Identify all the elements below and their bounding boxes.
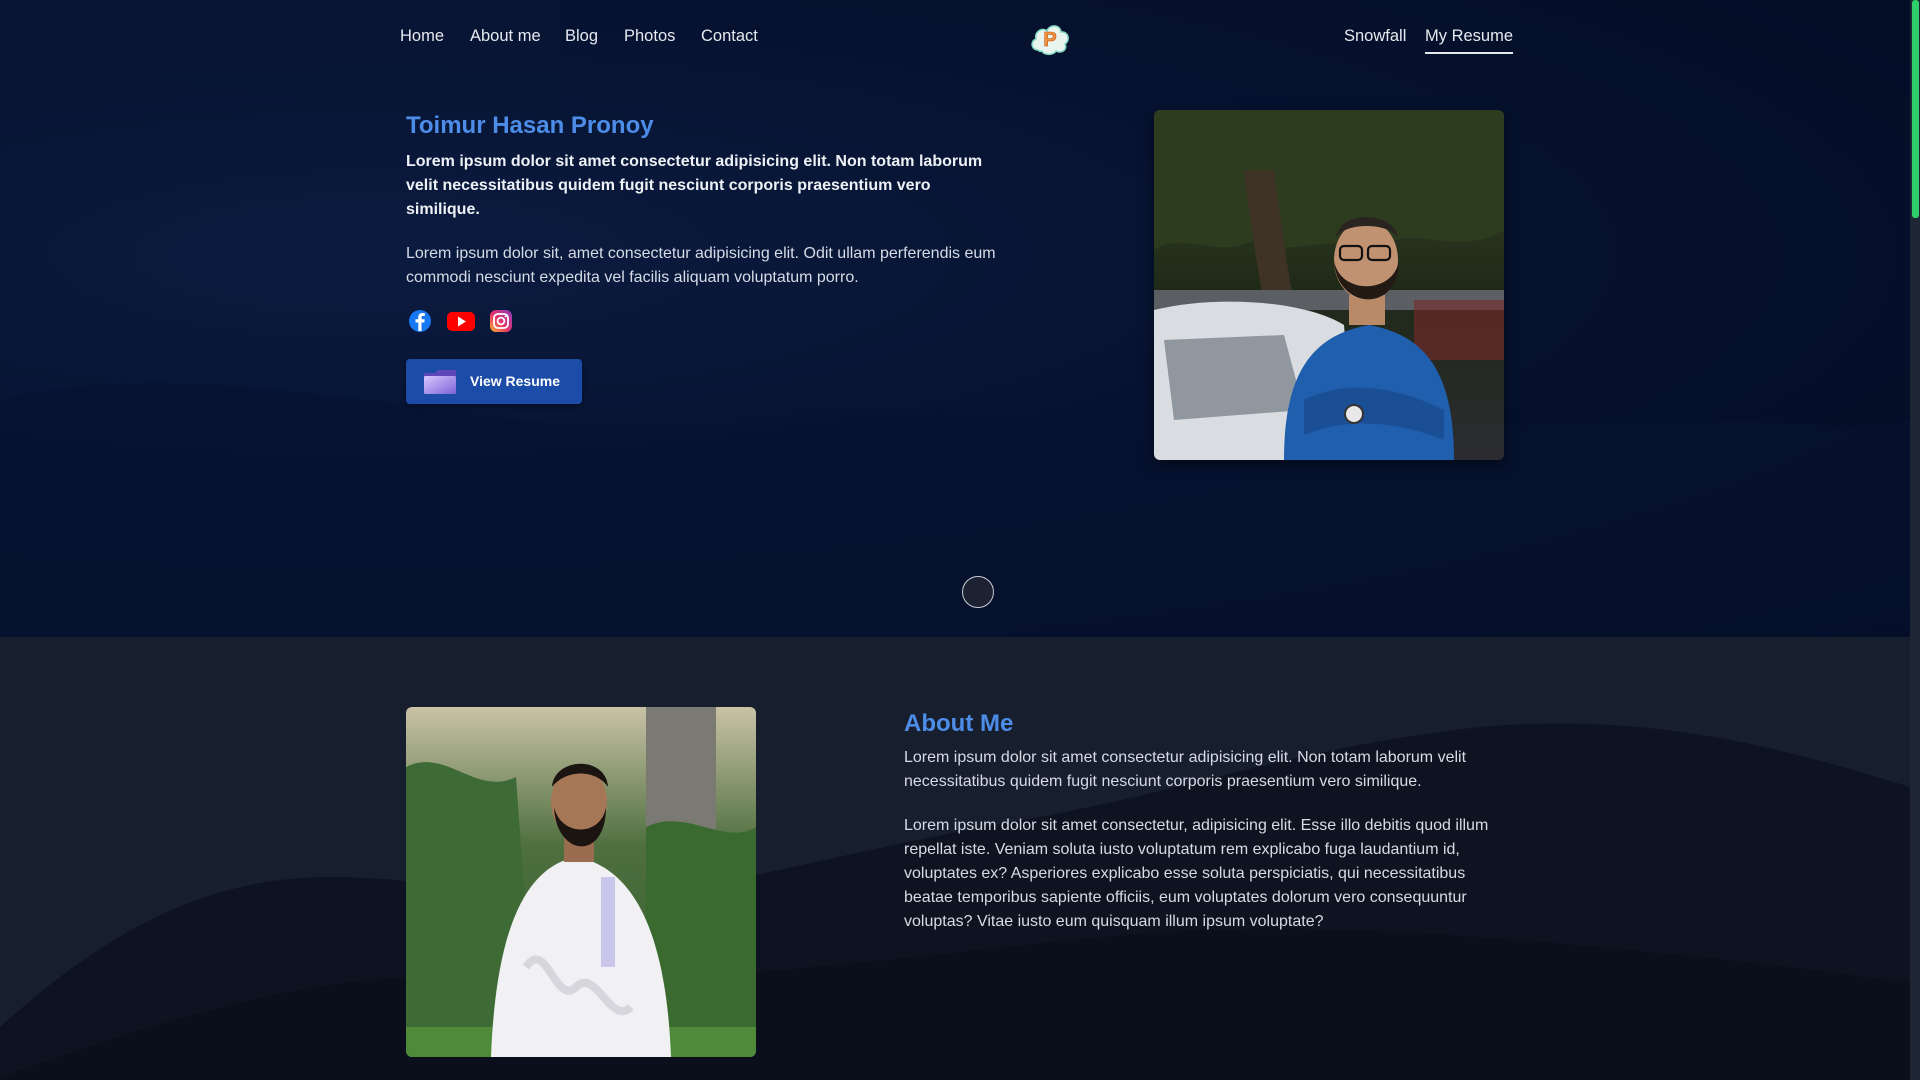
hero-section: Home About me Blog Photos Contact P Snow… — [0, 0, 1910, 637]
logo-letter: P — [1043, 29, 1056, 51]
scrollbar-thumb[interactable] — [1912, 0, 1919, 218]
top-navigation: Home About me Blog Photos Contact P Snow… — [0, 0, 1910, 76]
scroll-down-indicator[interactable] — [962, 576, 994, 608]
about-paragraph-2: Lorem ipsum dolor sit amet consectetur, … — [904, 817, 1489, 930]
hero-portrait-photo — [1154, 110, 1504, 460]
nav-snowfall[interactable]: Snowfall — [1344, 27, 1406, 46]
nav-photos[interactable]: Photos — [624, 27, 675, 46]
view-resume-label: View Resume — [470, 373, 561, 389]
about-portrait-photo — [406, 707, 756, 1057]
about-heading: About Me — [904, 710, 1014, 737]
hero-background-shapes — [0, 0, 1910, 637]
hero-body-text: Lorem ipsum dolor sit, amet consectetur … — [406, 245, 996, 286]
facebook-icon[interactable] — [406, 307, 434, 335]
nav-my-resume[interactable]: My Resume — [1425, 27, 1514, 54]
about-paragraph-1: Lorem ipsum dolor sit amet consectetur a… — [904, 749, 1467, 790]
folder-icon — [424, 370, 456, 394]
page-scrollbar[interactable] — [1910, 0, 1920, 1080]
nav-about-me[interactable]: About me — [470, 27, 541, 46]
logo-cloud-icon: P — [1031, 25, 1069, 56]
nav-home[interactable]: Home — [400, 27, 444, 46]
instagram-icon[interactable] — [487, 307, 515, 335]
hero-lead-text: Lorem ipsum dolor sit amet consectetur a… — [406, 153, 983, 218]
about-section: About Me Lorem ipsum dolor sit amet cons… — [0, 637, 1910, 1080]
nav-blog[interactable]: Blog — [565, 27, 598, 46]
youtube-icon[interactable] — [445, 307, 477, 335]
hero-name-heading: Toimur Hasan Pronoy — [406, 112, 654, 139]
view-resume-button[interactable]: View Resume — [406, 359, 582, 404]
nav-contact[interactable]: Contact — [701, 27, 758, 46]
site-logo[interactable]: P — [1026, 14, 1074, 62]
